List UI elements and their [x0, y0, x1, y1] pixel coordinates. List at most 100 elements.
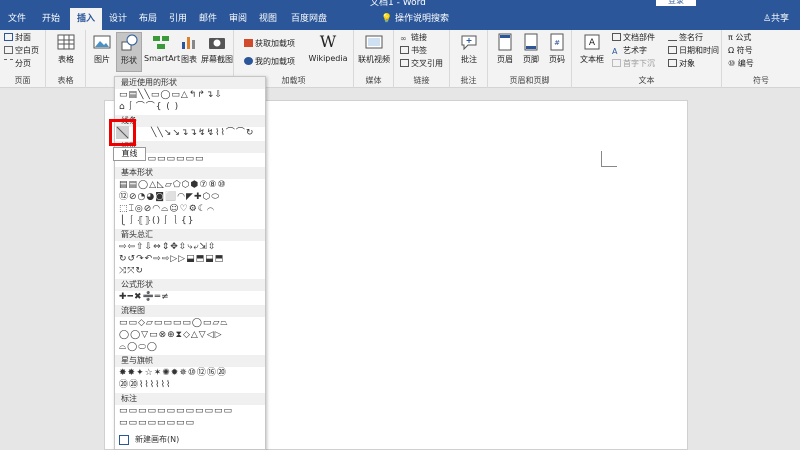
- smartart-label: SmartArt: [144, 54, 181, 63]
- new-drawing-canvas-button[interactable]: 新建画布(N): [115, 433, 265, 447]
- shape-row[interactable]: ⌂⎰⌒⌒{ ( ): [115, 101, 265, 113]
- svg-text:#: #: [554, 39, 560, 47]
- ribbon-tab-bar: 文件 开始 插入 设计 布局 引用 邮件 审阅 视图 百度网盘 💡 操作说明搜索…: [0, 8, 800, 30]
- quick-parts-button[interactable]: 文档部件: [612, 32, 655, 43]
- footer-icon: [524, 33, 538, 51]
- share-button[interactable]: ♙共享: [756, 8, 796, 30]
- shape-row[interactable]: ✸✸✦☆✶✺✹✵⑩⑫⑯⑳: [115, 367, 265, 379]
- date-time-button[interactable]: 日期和时间: [668, 45, 719, 56]
- shape-row[interactable]: ▤▤◯△◺▱⬠⬡⬢⑦⑧⑩: [115, 179, 265, 191]
- bookmark-icon: [400, 46, 409, 54]
- store-icon: [244, 39, 253, 47]
- equation-button[interactable]: π 公式: [728, 32, 751, 43]
- page-number-button[interactable]: # 页码: [544, 32, 570, 65]
- shape-row[interactable]: ⤨⤧↻: [115, 265, 265, 277]
- screenshot-button[interactable]: 屏幕截图: [200, 32, 234, 65]
- my-addins-button[interactable]: 我的加载项: [244, 56, 295, 67]
- page-number-label: 页码: [549, 55, 565, 64]
- footer-button[interactable]: 页脚: [518, 32, 544, 65]
- shape-row[interactable]: ⌓◯⬭◯: [115, 341, 265, 353]
- tab-mailings[interactable]: 邮件: [194, 8, 222, 30]
- smartart-button[interactable]: SmartArt: [144, 32, 181, 63]
- quick-parts-icon: [612, 33, 621, 41]
- header-button[interactable]: 页眉: [492, 32, 518, 65]
- wikipedia-icon: W: [319, 32, 337, 51]
- link-button[interactable]: ∞ 链接: [400, 32, 427, 43]
- online-video-label: 联机视频: [358, 55, 390, 64]
- omega-icon: Ω: [728, 46, 737, 55]
- signature-line-button[interactable]: 签名行: [668, 32, 703, 43]
- blank-page-button[interactable]: 空白页: [4, 45, 39, 56]
- tab-design[interactable]: 设计: [104, 8, 132, 30]
- section-stars-banners: 星与旗帜 ✸✸✦☆✶✺✹✵⑩⑫⑯⑳ ⑳⑳⌇⌇⌇⌇⌇⌇: [115, 355, 265, 391]
- picture-button[interactable]: 图片: [90, 32, 114, 65]
- page-break-button[interactable]: 分页: [4, 58, 31, 69]
- shape-row[interactable]: ⇨⇦⇧⇩⇔⇕✥⇳⤷⤶⇲⇳: [115, 241, 265, 253]
- window-title: 文档1 - Word: [370, 0, 426, 8]
- comment-button[interactable]: 批注: [457, 32, 481, 65]
- group-label-symbols: 符号: [753, 76, 769, 85]
- quick-parts-label: 文档部件: [623, 33, 655, 42]
- person-icon: ♙: [762, 14, 772, 24]
- symbol-label: 符号: [736, 46, 753, 55]
- cross-reference-button[interactable]: 交叉引用: [400, 58, 443, 69]
- online-video-button[interactable]: 联机视频: [356, 32, 392, 65]
- shape-row[interactable]: ⑫⊘◔◕◙⬜◠◤✚⬡⬭: [115, 191, 265, 203]
- tab-baidu-netdisk[interactable]: 百度网盘: [284, 8, 334, 30]
- table-button[interactable]: 表格: [54, 32, 78, 65]
- smartart-icon: [153, 36, 169, 49]
- header-icon: [498, 33, 512, 51]
- shape-row[interactable]: ▭▤╲╲▭◯▭△↰↱↴⇩: [115, 89, 265, 101]
- wikipedia-button[interactable]: W Wikipedia: [308, 32, 348, 63]
- bookmark-label: 书签: [411, 46, 427, 55]
- drop-cap-button[interactable]: 首字下沉: [612, 58, 655, 69]
- signature-line-label: 签名行: [679, 33, 703, 42]
- section-title: 线条: [115, 115, 265, 127]
- tab-references[interactable]: 引用: [164, 8, 192, 30]
- tab-review[interactable]: 审阅: [224, 8, 252, 30]
- login-button[interactable]: 登录: [656, 0, 696, 6]
- numbering-button[interactable]: ⑩ 编号: [728, 58, 754, 69]
- textbox-icon: A: [584, 34, 600, 50]
- shape-row[interactable]: ⑳⑳⌇⌇⌇⌇⌇⌇: [115, 379, 265, 391]
- cover-page-button[interactable]: 封面: [4, 32, 31, 43]
- wordart-button[interactable]: A 艺术字: [612, 45, 647, 56]
- shape-row[interactable]: ⬚⌶◎⊘◠⌓☺♡⚙☾⌒: [115, 203, 265, 215]
- cover-icon: [4, 33, 13, 41]
- comment-icon: [461, 35, 477, 51]
- shape-row[interactable]: ▭▭◇▱▭▭▭▭◯▭▱⏢: [115, 317, 265, 329]
- section-recent-shapes: 最近使用的形状 ▭▤╲╲▭◯▭△↰↱↴⇩ ⌂⎰⌒⌒{ ( ): [115, 77, 265, 113]
- shape-row[interactable]: ✚━✖➗═≠: [115, 291, 265, 303]
- tab-view[interactable]: 视图: [254, 8, 282, 30]
- line-shape-highlighted[interactable]: [109, 119, 136, 146]
- section-title: 流程图: [115, 305, 265, 317]
- tab-layout[interactable]: 布局: [134, 8, 162, 30]
- shape-row[interactable]: ▭▭▭▭▭▭▭▭: [115, 417, 265, 429]
- shape-row[interactable]: ↻↺↷↶⇨⇨▷▷⬓⬒⬓⬒: [115, 253, 265, 265]
- group-comments: 批注 批注: [450, 30, 488, 88]
- section-flowchart: 流程图 ▭▭◇▱▭▭▭▭◯▭▱⏢ ◯◯▽▭⊗⊕⧗◇△▽◁▷ ⌓◯⬭◯: [115, 305, 265, 353]
- video-icon: [365, 35, 383, 49]
- bookmark-button[interactable]: 书签: [400, 45, 427, 56]
- tab-insert[interactable]: 插入: [70, 8, 102, 30]
- chart-button[interactable]: 图表: [178, 32, 200, 65]
- tab-file[interactable]: 文件: [2, 8, 32, 30]
- get-addins-button[interactable]: 获取加载项: [244, 38, 295, 49]
- shape-row[interactable]: ◯◯▽▭⊗⊕⧗◇△▽◁▷: [115, 329, 265, 341]
- help-search-label: 操作说明搜索: [395, 14, 450, 24]
- canvas-icon: [119, 435, 129, 445]
- object-button[interactable]: 对象: [668, 58, 695, 69]
- object-label: 对象: [679, 59, 695, 68]
- shape-row[interactable]: ╲╲↘↘↴↴↯↯⌇⌇⌒⌒↻: [115, 127, 265, 139]
- cross-reference-label: 交叉引用: [411, 59, 443, 68]
- shapes-button[interactable]: 形状: [116, 32, 142, 72]
- group-symbols: π 公式 Ω 符号 ⑩ 编号 符号: [722, 30, 800, 88]
- help-search[interactable]: 💡 操作说明搜索: [370, 8, 460, 30]
- tab-home[interactable]: 开始: [34, 8, 68, 30]
- textbox-button[interactable]: A 文本框: [576, 32, 608, 65]
- shape-row[interactable]: ▭▭▭▭▭▭▭▭▭▭▭▭: [115, 405, 265, 417]
- lightbulb-icon: 💡: [380, 14, 396, 24]
- shape-row[interactable]: ⎩⎰⦃⦄()⎰⎱{}: [115, 215, 265, 227]
- symbol-button[interactable]: Ω 符号: [728, 45, 753, 56]
- drop-cap-icon: [612, 59, 621, 67]
